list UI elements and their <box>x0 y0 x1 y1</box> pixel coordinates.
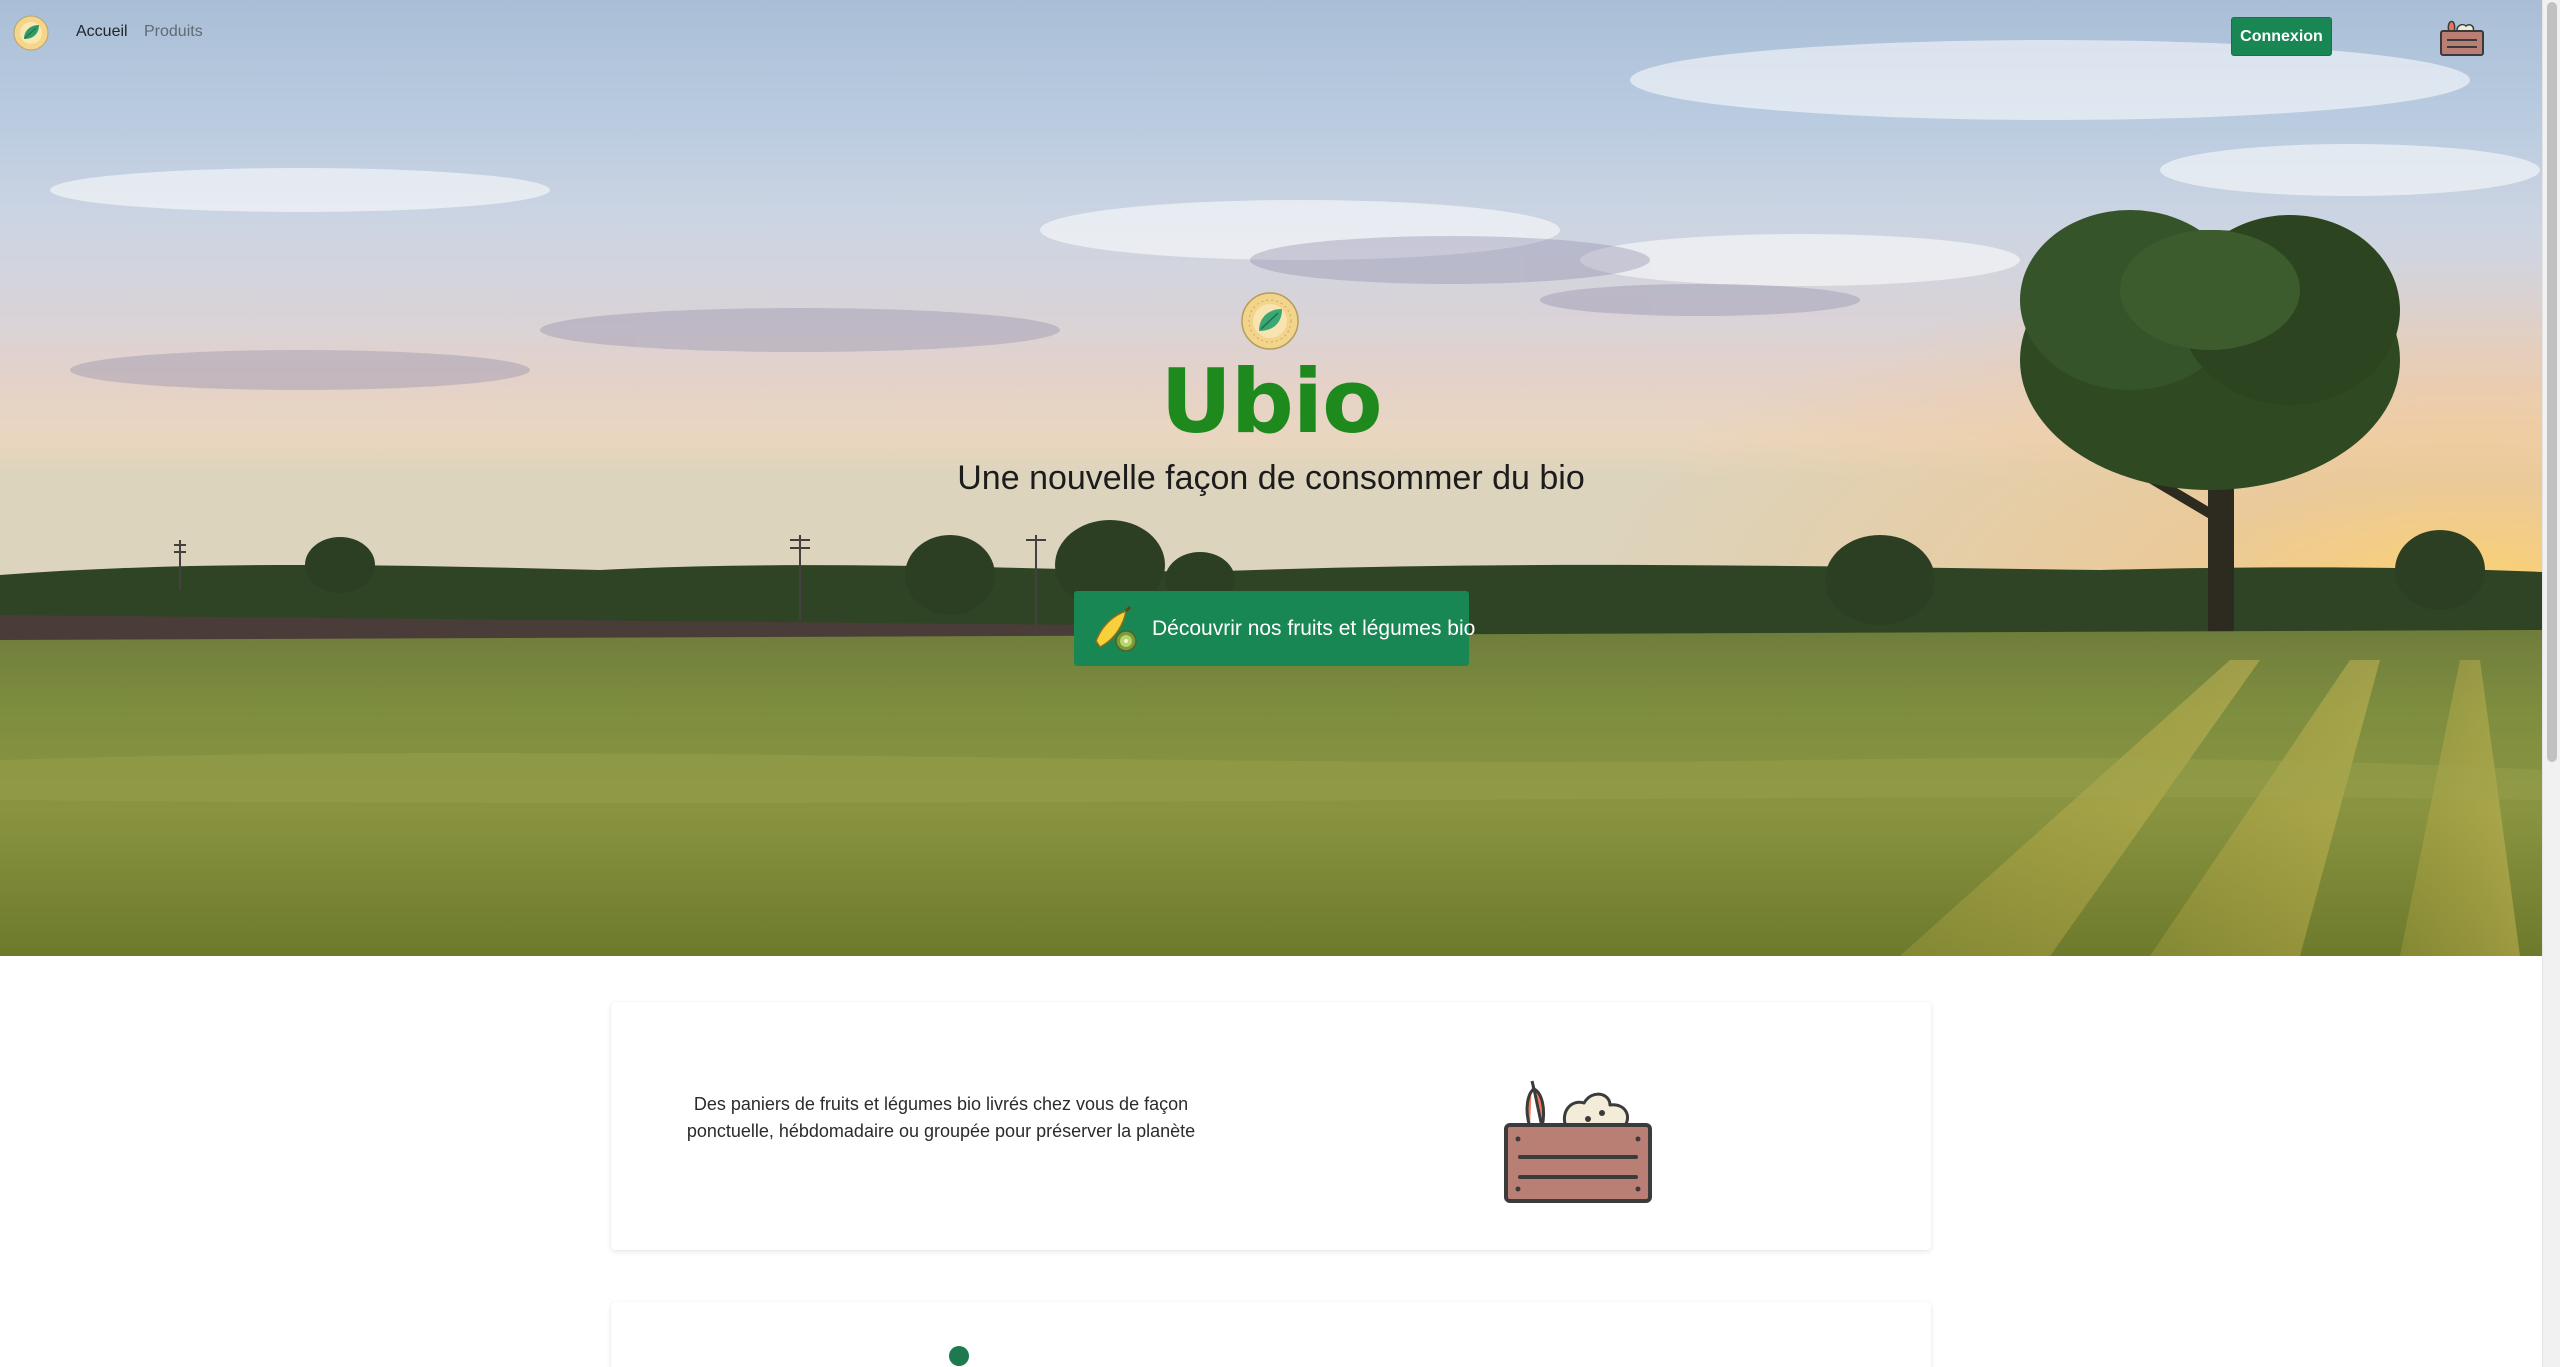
scrollbar-thumb[interactable] <box>2547 2 2557 762</box>
feature-description: Des paniers de fruits et légumes bio liv… <box>686 1094 1196 1141</box>
login-button[interactable]: Connexion <box>2231 17 2332 56</box>
vegetable-crate-icon <box>1504 1080 1652 1203</box>
feature-card-delivery: Des paniers de fruits et légumes bio liv… <box>611 1002 1931 1250</box>
nav-link-home[interactable]: Accueil <box>76 22 128 42</box>
green-sprout-icon <box>949 1346 969 1366</box>
ubio-hero-logo-icon <box>1241 292 1299 350</box>
nav-link-products[interactable]: Produits <box>144 22 203 42</box>
banana-kiwi-icon <box>1095 605 1137 652</box>
top-navbar: Accueil Produits Connexion <box>0 0 2542 66</box>
ubio-leaf-logo-icon[interactable] <box>13 15 49 51</box>
page-scrollbar[interactable] <box>2542 0 2560 1367</box>
vegetable-basket-icon[interactable] <box>2437 14 2487 58</box>
discover-products-label: Découvrir nos fruits et légumes bio <box>1152 616 1476 640</box>
hero-title: Ubio <box>1160 350 1382 453</box>
hero-subtitle: Une nouvelle façon de consommer du bio <box>957 459 1585 497</box>
hero-section: Accueil Produits Connexion Ubio Une nouv… <box>0 0 2542 956</box>
discover-products-button[interactable]: Découvrir nos fruits et légumes bio <box>1074 591 1475 666</box>
feature-card-ecology <box>611 1302 1931 1367</box>
